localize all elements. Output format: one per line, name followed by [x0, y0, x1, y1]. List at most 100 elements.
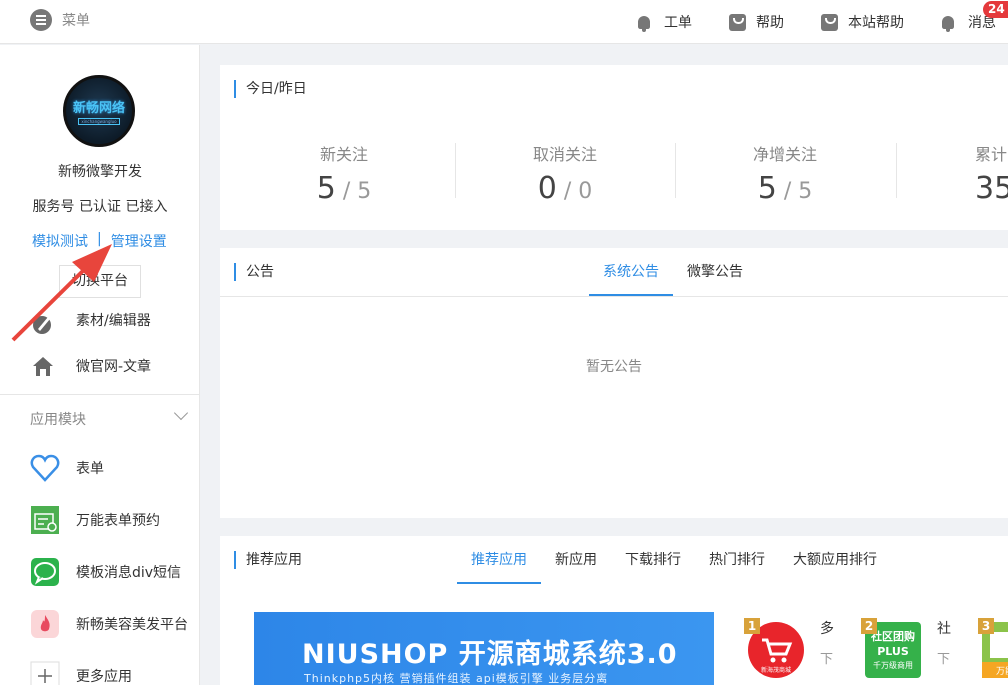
rank-badge: 2 [861, 618, 877, 634]
stats-panel-title: 今日/昨日 [234, 80, 307, 98]
sidebar-app-label: 更多应用 [76, 669, 132, 685]
topnav-site-help-label: 本站帮助 [848, 15, 904, 31]
recommended-app-1[interactable]: 1 新海茂商城 多 下 [744, 618, 834, 685]
svg-text:PLUS: PLUS [877, 645, 909, 658]
stat-unfollow: 取消关注 0 / 0 [455, 141, 675, 206]
menu-toggle[interactable]: 菜单 [30, 9, 90, 31]
stat-yesterday: 0 [578, 179, 593, 204]
tab-hot-ranking[interactable]: 热门排行 [695, 536, 779, 584]
home-icon [33, 357, 53, 376]
tab-download-ranking[interactable]: 下载排行 [611, 536, 695, 584]
sidebar-app-template-message[interactable]: 模板消息div短信 [0, 552, 200, 592]
topnav-help[interactable]: 帮助 [729, 0, 784, 44]
sidebar-item-label: 微官网-文章 [76, 359, 152, 375]
banner-subtitle: Thinkphp5内核 营销插件组装 api模板引擎 业务层分离 [304, 672, 609, 685]
app-title: 社 [937, 621, 951, 637]
notice-panel: 公告 系统公告 微擎公告 暂无公告 [220, 248, 1008, 518]
tab-system-notice[interactable]: 系统公告 [589, 248, 673, 296]
avatar-logo-text: 新畅网络 [72, 101, 125, 116]
account-links: 模拟测试 | 管理设置 [32, 231, 167, 251]
banner-title: NIUSHOP 开源商城系统3.0 [302, 639, 678, 670]
niushop-banner[interactable]: NIUSHOP 开源商城系统3.0 Thinkphp5内核 营销插件组装 api… [254, 612, 714, 685]
stat-value: 5 / 5 [757, 171, 813, 206]
stat-label: 累计 [975, 145, 1008, 164]
bag-icon [729, 13, 746, 31]
notice-tabs: 系统公告 微擎公告 [589, 248, 757, 296]
sidebar-item-materials[interactable]: 素材/编辑器 [0, 300, 200, 340]
chat-icon [31, 558, 59, 586]
stat-total: 累计 35 [896, 141, 1008, 206]
form-booking-icon [31, 506, 59, 534]
sidebar-app-form[interactable]: 表单 [0, 448, 200, 488]
bell-icon [638, 15, 650, 32]
flame-icon [31, 610, 59, 638]
stat-label: 新关注 [319, 145, 368, 164]
tab-recommended[interactable]: 推荐应用 [457, 536, 541, 584]
rank-badge: 3 [978, 618, 994, 634]
sidebar-app-label: 新畅美容美发平台 [76, 617, 188, 633]
stat-yesterday: 5 [357, 179, 372, 204]
app-desc: 下 [820, 652, 834, 667]
svg-text:万能: 万能 [996, 665, 1008, 677]
sidebar-more-apps[interactable]: 更多应用 [0, 656, 200, 685]
recommend-tabs: 推荐应用 新应用 下载排行 热门排行 大额应用排行 [457, 536, 891, 584]
manage-settings-link[interactable]: 管理设置 [111, 231, 167, 251]
menu-label: 菜单 [62, 13, 90, 29]
recommended-app-3[interactable]: 3 万能 [978, 618, 1008, 685]
notice-empty-text: 暂无公告 [586, 359, 642, 375]
sidebar: 新畅网络 xinchangwangluo 新畅微擎开发 服务号 已认证 已接入 … [0, 45, 200, 685]
recommended-app-2[interactable]: 2 社区团购 PLUS 千万级商用 社 下 [861, 618, 951, 685]
notice-divider [220, 296, 1008, 297]
rank-badge: 1 [744, 618, 760, 634]
notice-panel-title: 公告 [234, 263, 274, 281]
switch-platform-button[interactable]: 切换平台 [59, 265, 141, 298]
avatar-logo-subtext: xinchangwangluo [78, 118, 120, 125]
stat-net-follow: 净增关注 5 / 5 [675, 141, 895, 206]
stat-today: 5 [757, 171, 777, 206]
app-desc: 下 [937, 652, 951, 667]
sidebar-item-label: 素材/编辑器 [76, 313, 151, 329]
tab-large-ranking[interactable]: 大额应用排行 [779, 536, 891, 584]
account-name: 新畅微擎开发 [58, 164, 142, 180]
tab-new-apps[interactable]: 新应用 [541, 536, 611, 584]
recommend-panel: 推荐应用 推荐应用 新应用 下载排行 热门排行 大额应用排行 NIUSHOP 开… [220, 536, 1008, 685]
recommend-panel-title: 推荐应用 [234, 551, 302, 569]
stat-today: 0 [537, 171, 557, 206]
svg-text:新海茂商城: 新海茂商城 [761, 666, 791, 674]
bag-icon [821, 13, 838, 31]
stat-today: 35 [975, 171, 1008, 206]
bell-icon [942, 15, 954, 32]
topnav-site-help[interactable]: 本站帮助 [821, 0, 904, 44]
sidebar-app-form-booking[interactable]: 万能表单预约 [0, 500, 200, 540]
tab-weiqing-notice[interactable]: 微擎公告 [673, 248, 757, 296]
app-title: 多 [820, 621, 834, 637]
stat-value: 5 / 5 [316, 171, 372, 206]
sidebar-app-label: 万能表单预约 [76, 513, 160, 529]
sidebar-app-label: 模板消息div短信 [76, 565, 182, 581]
stat-value: 0 / 0 [537, 171, 593, 206]
stat-label: 取消关注 [532, 145, 597, 164]
stat-new-follow: 新关注 5 / 5 [234, 141, 454, 206]
stat-today: 5 [316, 171, 336, 206]
sidebar-app-label: 表单 [76, 461, 104, 477]
heart-icon [30, 454, 60, 482]
topnav-ticket[interactable]: 工单 [638, 0, 692, 44]
plus-icon [30, 661, 60, 685]
simulate-test-link[interactable]: 模拟测试 [32, 231, 88, 251]
chevron-down-icon [173, 405, 189, 421]
sidebar-app-beauty-salon[interactable]: 新畅美容美发平台 [0, 604, 200, 644]
top-bar: 菜单 工单 帮助 本站帮助 消息 24 [0, 0, 1008, 44]
menu-list-icon [30, 9, 52, 31]
group-title: 应用模块 [30, 412, 86, 428]
sidebar-item-website[interactable]: 微官网-文章 [0, 346, 200, 386]
pen-icon [33, 316, 51, 334]
topnav-help-label: 帮助 [756, 15, 784, 31]
message-count-badge: 24 [983, 1, 1008, 18]
app-module-group-header[interactable]: 应用模块 [0, 394, 200, 440]
stats-panel: 今日/昨日 新关注 5 / 5 取消关注 0 / 0 净增关注 5 / 5 累计… [220, 65, 1008, 230]
stat-label: 净增关注 [752, 145, 817, 164]
stat-yesterday: 5 [798, 179, 813, 204]
topnav-ticket-label: 工单 [664, 15, 692, 31]
svg-text:千万级商用: 千万级商用 [873, 660, 913, 670]
account-avatar: 新畅网络 xinchangwangluo [63, 75, 135, 147]
